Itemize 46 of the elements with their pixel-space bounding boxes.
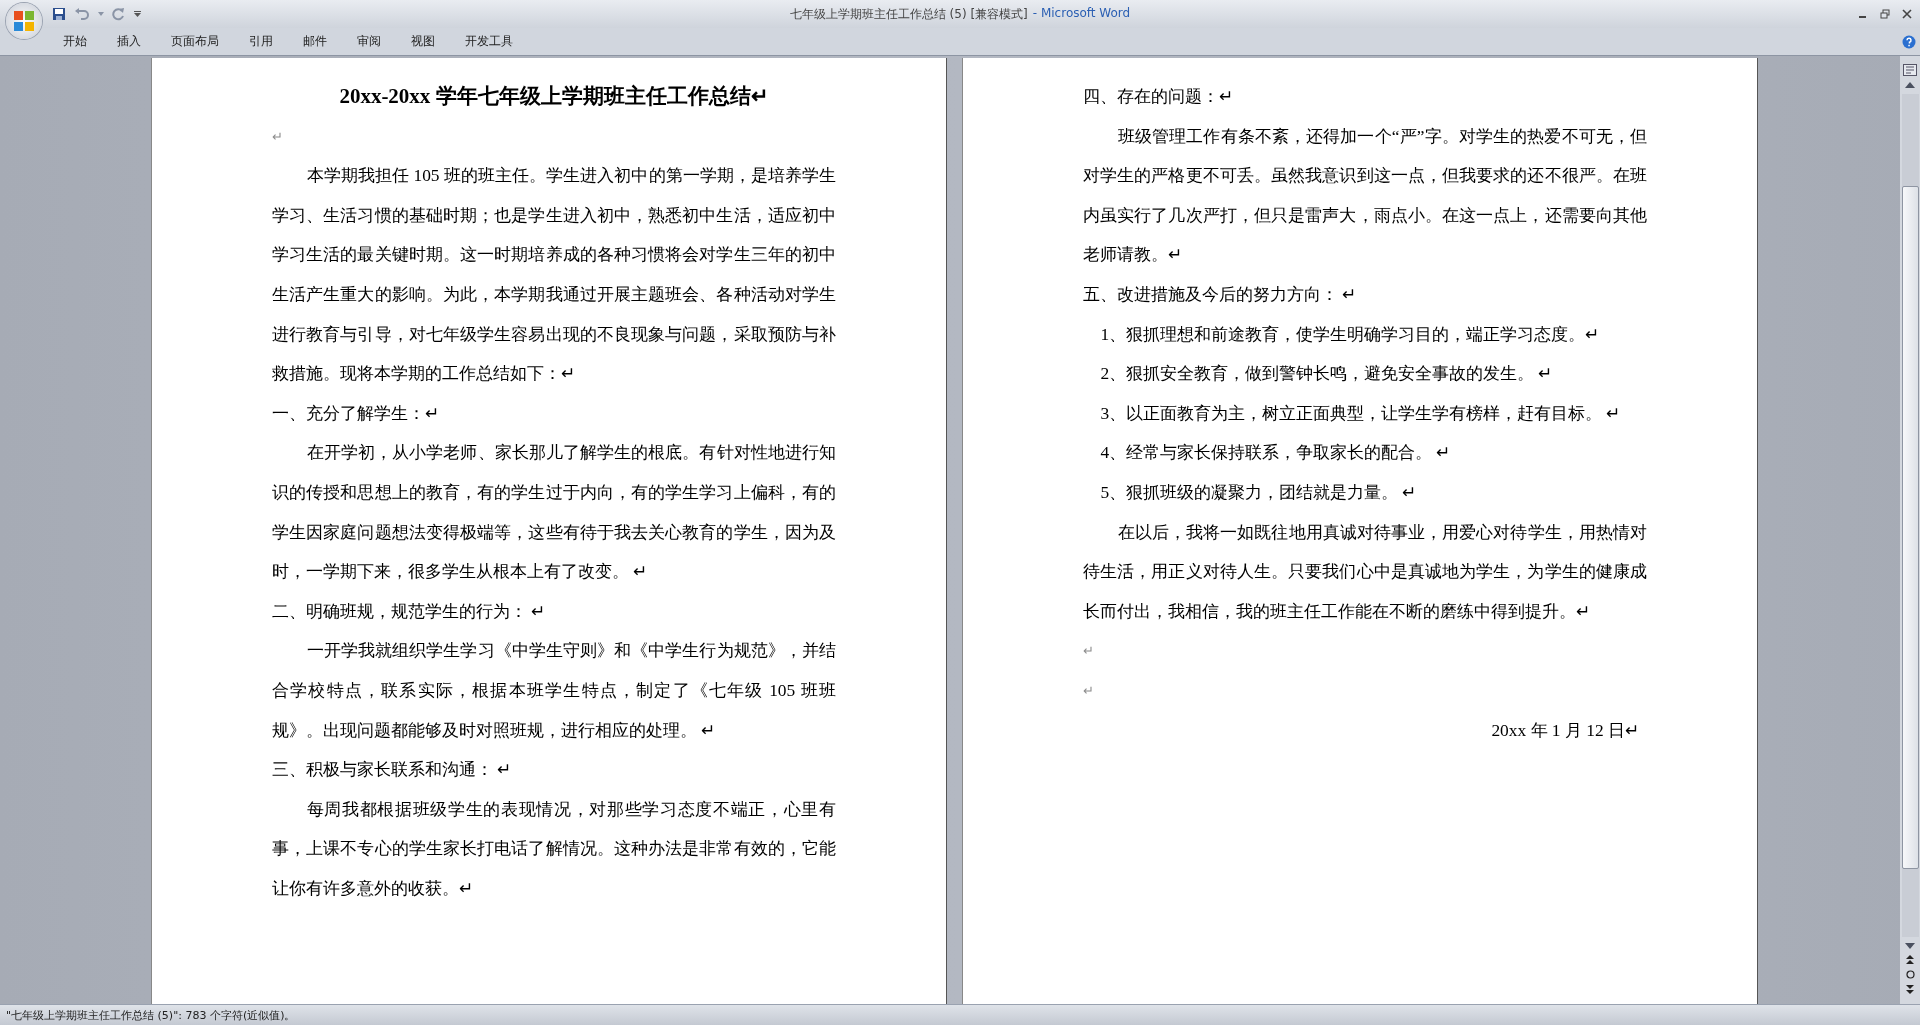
ribbon-tab[interactable]: 引用	[234, 30, 288, 53]
list-item: 3、以正面教育为主，树立正面典型，让学生学有榜样，赶有目标。 ↵	[1100, 402, 1621, 423]
section-heading: 四、存在的问题：↵	[1083, 86, 1233, 106]
ribbon-tab[interactable]: 审阅	[342, 30, 396, 53]
browse-object-icon[interactable]	[1905, 970, 1915, 979]
window-title: 七年级上学期班主任工作总结 (5) [兼容模式]	[789, 5, 1028, 23]
ruler-toggle-icon[interactable]	[1903, 64, 1917, 76]
scroll-down-icon[interactable]	[1905, 943, 1915, 949]
list-item: 1、狠抓理想和前途教育，使学生明确学习目的，端正学习态度。↵	[1100, 323, 1600, 344]
ribbon-tab[interactable]: 邮件	[288, 30, 342, 53]
body-paragraph: 在以后，我将一如既往地用真诚对待事业，用爱心对待学生，用热情对待生活，用正义对待人生。只要我们心中是真诚地为学生，为学生的健康成长而付出，我相信，我的班主任工作能在不断的磨练中得到提升。↵	[1083, 521, 1647, 621]
section-heading: 三、积极与家长联系和沟通： ↵	[272, 759, 512, 780]
body-paragraph: 班级管理工作有条不紊，还得加一个“严”字。对学生的热爱不可无，但对学生的严格更不可丢。虽然我意识到这一点，但我要求的还不很严。在班内虽实行了几次严打，但只是雷声大，雨点小。在这一点上，还需要向其他老师请教。↵	[1083, 125, 1647, 265]
app-name: - Microsoft Word	[1032, 5, 1131, 22]
body-paragraph: 一开学我就组织学生学习《中学生守则》和《中学生行为规范》，并结合学校特点，联系实际，根据本班学生特点，制定了《七年级 105 班班规》。出现问题都能够及时对照班规，进行相应的处理。 ↵	[272, 640, 836, 740]
customize-caret-icon[interactable]	[134, 11, 141, 17]
date-line: 20xx 年 1 月 12 日↵	[1491, 719, 1639, 740]
paragraph-mark: ↵	[1083, 643, 1094, 659]
ribbon-tab[interactable]: 视图	[396, 30, 450, 53]
ribbon-tab[interactable]: 开始	[48, 30, 102, 53]
ribbon-tab[interactable]: 开发工具	[450, 30, 528, 53]
ribbon-tab[interactable]: 插入	[102, 30, 156, 53]
section-heading: 二、明确班规，规范学生的行为： ↵	[272, 600, 546, 621]
office-logo-icon	[11, 8, 37, 34]
section-heading: 一、充分了解学生：↵	[272, 402, 439, 423]
save-icon[interactable]	[52, 7, 66, 21]
previous-page-icon[interactable]	[1906, 955, 1914, 964]
paragraph-mark: ↵	[1083, 682, 1094, 698]
scroll-up-icon[interactable]	[1905, 82, 1915, 88]
ribbon-tab[interactable]: 页面布局	[156, 30, 234, 53]
section-heading: 五、改进措施及今后的努力方向： ↵	[1083, 283, 1357, 304]
list-item: 2、狠抓安全教育，做到警钟长鸣，避免安全事故的发生。 ↵	[1100, 363, 1553, 384]
body-paragraph: 在开学初，从小学老师、家长那儿了解学生的根底。有针对性地进行知识的传授和思想上的教育，有的学生过于内向，有的学生学习上偏科，有的学生因家庭问题想法变得极端等，这些有待于我去关心教育的学生，因为及时，一学期下来，很多学生从根本上有了改变。 ↵	[272, 442, 836, 582]
list-item: 4、经常与家长保持联系，争取家长的配合。 ↵	[1100, 442, 1451, 463]
list-item: 5、狠抓班级的凝聚力，团结就是力量。 ↵	[1100, 481, 1417, 502]
paragraph-mark: ↵	[272, 128, 283, 144]
body-paragraph: 本学期我担任 105 班的班主任。学生进入初中的第一学期，是培养学生学习、生活习惯的基础时期；也是学生进入初中，熟悉初中生活，适应初中学习生活的最关键时期。这一时期培养成的各种习惯将会对学生三年的初中生活产生重大的影响。为此，本学期我通过开展主题班会、各种活动对学生进行教育与引导，对七年级学生容易出现的不良现象与问题，采取预防与补救措施。现将本学期的工作总结如下：↵	[272, 165, 836, 384]
close-icon[interactable]	[1902, 9, 1912, 19]
document-title: 20xx-20xx 学年七年级上学期班主任工作总结↵	[339, 84, 769, 108]
scrollbar-thumb[interactable]	[1901, 186, 1919, 869]
next-page-icon[interactable]	[1906, 985, 1914, 994]
body-paragraph: 每周我都根据班级学生的表现情况，对那些学习态度不端正，心里有事，上课不专心的学生家长打电话了解情况。这种办法是非常有效的，它能让你有许多意外的收获。↵	[272, 798, 836, 898]
help-icon[interactable]	[1902, 34, 1916, 49]
office-button[interactable]	[6, 3, 42, 39]
status-text: "七年级上学期班主任工作总结 (5)": 783 个字符(近似值)。	[6, 1007, 296, 1023]
restore-icon[interactable]	[1880, 9, 1890, 19]
